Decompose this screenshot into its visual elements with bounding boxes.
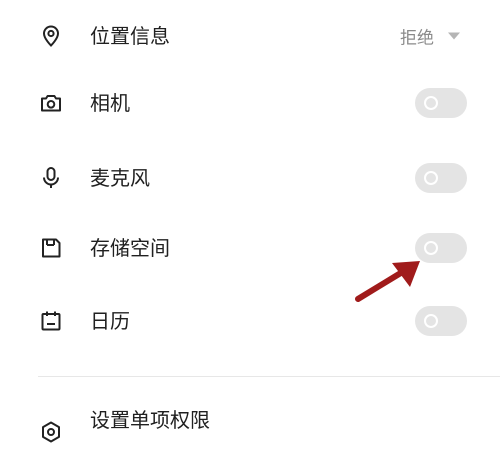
settings-icon <box>39 420 63 444</box>
permission-label-location: 位置信息 <box>90 24 170 48</box>
location-permission-dropdown[interactable]: 拒绝 <box>400 24 460 49</box>
permission-row-camera: 相机 <box>0 73 500 133</box>
permission-label-storage: 存储空间 <box>90 236 170 260</box>
chevron-down-icon <box>448 32 460 40</box>
camera-toggle[interactable] <box>415 88 467 118</box>
section-divider <box>38 376 500 377</box>
camera-icon <box>39 91 63 115</box>
permission-row-location[interactable]: 位置信息 拒绝 <box>0 6 500 66</box>
location-pin-icon <box>39 24 63 48</box>
toggle-knob <box>424 171 438 185</box>
settings-individual-permissions-label: 设置单项权限 <box>90 408 210 432</box>
annotation-arrow-icon <box>355 261 420 302</box>
calendar-icon <box>39 309 63 333</box>
settings-individual-permissions-row[interactable]: 设置单项权限 <box>0 402 500 458</box>
permission-label-camera: 相机 <box>90 91 130 115</box>
toggle-knob <box>424 96 438 110</box>
toggle-knob <box>424 241 438 255</box>
storage-icon <box>39 236 63 260</box>
microphone-icon <box>39 166 63 190</box>
microphone-toggle[interactable] <box>415 163 467 193</box>
permission-label-microphone: 麦克风 <box>90 166 150 190</box>
permission-label-calendar: 日历 <box>90 309 130 333</box>
toggle-knob <box>424 314 438 328</box>
permission-row-microphone: 麦克风 <box>0 148 500 208</box>
location-permission-value: 拒绝 <box>400 28 434 49</box>
calendar-toggle[interactable] <box>415 306 467 336</box>
